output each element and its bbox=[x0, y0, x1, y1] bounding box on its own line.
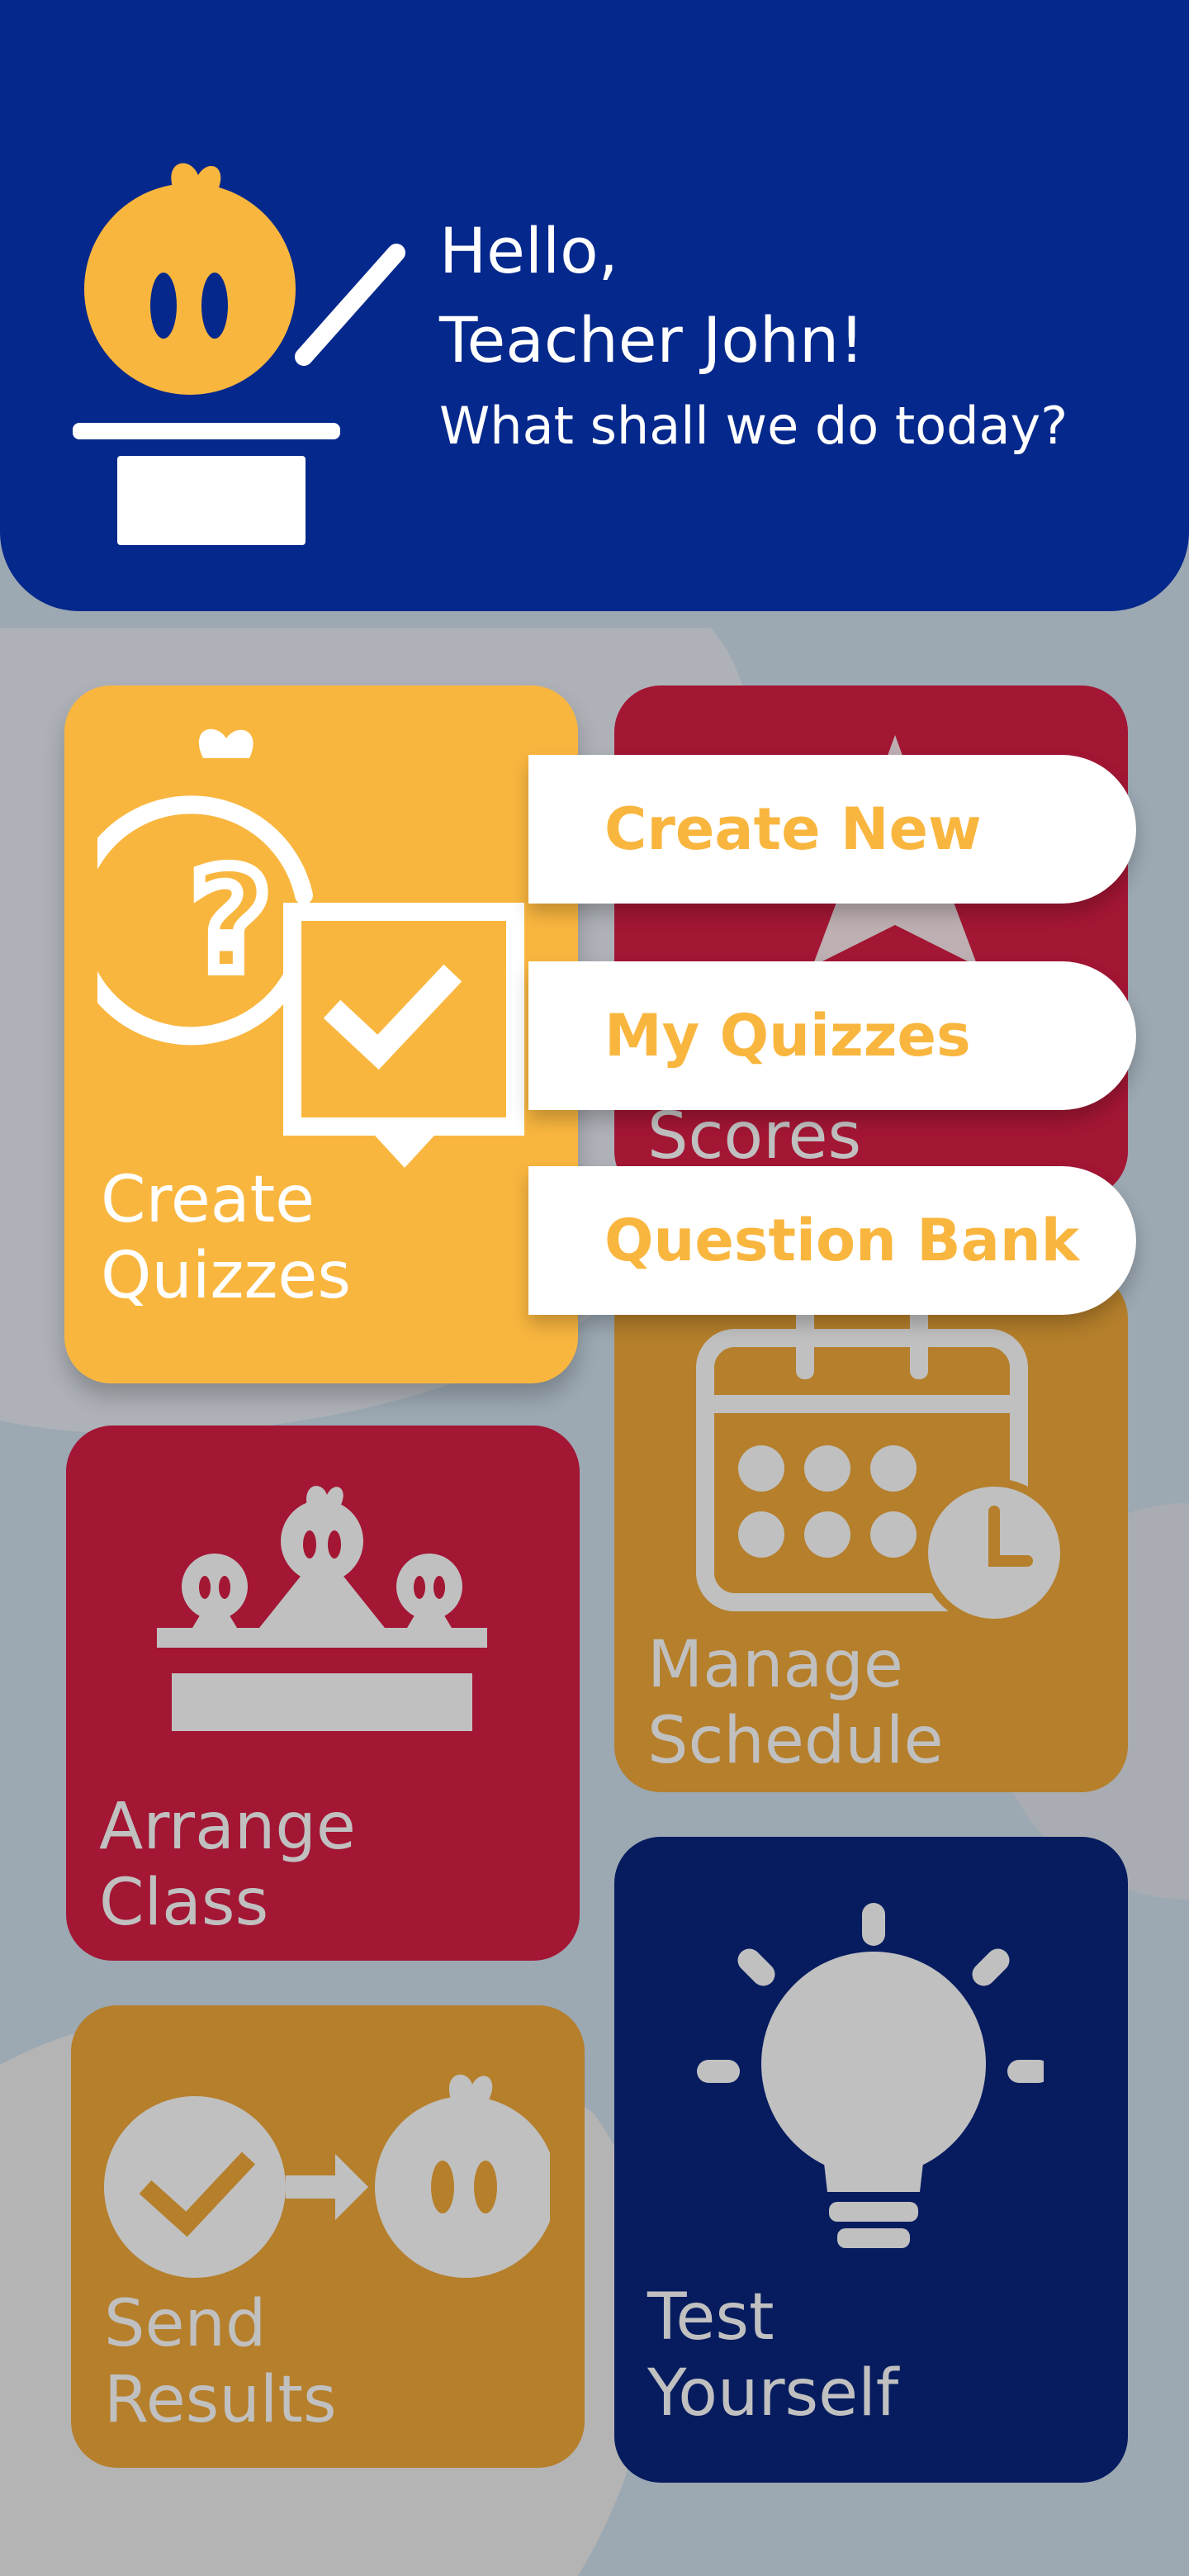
create-quizzes-label: Create Quizzes bbox=[101, 1163, 352, 1313]
greeting-line1: Hello, bbox=[439, 214, 618, 287]
my-quizzes-label: My Quizzes bbox=[604, 1002, 971, 1070]
svg-text:?: ? bbox=[190, 840, 272, 1003]
greeting-line2: Teacher John! bbox=[439, 303, 865, 377]
test-yourself-tile[interactable]: Test Yourself bbox=[614, 1837, 1128, 2483]
arrange-class-tile[interactable]: Arrange Class bbox=[66, 1426, 580, 1961]
students-on-stage-icon bbox=[157, 1486, 487, 1731]
lightbulb-icon bbox=[697, 1903, 1044, 2248]
greeting: Hello, Teacher John! What shall we do to… bbox=[439, 206, 1068, 467]
greeting-subtitle: What shall we do today? bbox=[439, 396, 1068, 456]
question-bank-button[interactable]: Question Bank bbox=[528, 1166, 1136, 1315]
question-bank-label: Question Bank bbox=[604, 1207, 1080, 1274]
arrange-class-label: Arrange Class bbox=[99, 1790, 356, 1940]
header-banner: Hello, Teacher John! What shall we do to… bbox=[0, 0, 1189, 611]
test-yourself-label: Test Yourself bbox=[647, 2280, 899, 2431]
create-new-label: Create New bbox=[604, 795, 982, 863]
manage-schedule-tile[interactable]: Manage Schedule bbox=[614, 1272, 1128, 1792]
create-quizzes-tile[interactable]: ? Create Quizzes bbox=[64, 686, 578, 1383]
send-results-tile[interactable]: Send Results bbox=[71, 2005, 585, 2468]
quiz-question-check-icon: ? bbox=[97, 728, 524, 1168]
teacher-mascot-icon bbox=[73, 163, 405, 545]
calendar-clock-icon bbox=[696, 1305, 1068, 1627]
check-arrow-mascot-icon bbox=[104, 2074, 550, 2278]
manage-schedule-label: Manage Schedule bbox=[647, 1628, 944, 1778]
create-new-button[interactable]: Create New bbox=[528, 755, 1136, 904]
my-quizzes-button[interactable]: My Quizzes bbox=[528, 961, 1136, 1110]
send-results-label: Send Results bbox=[104, 2287, 337, 2437]
